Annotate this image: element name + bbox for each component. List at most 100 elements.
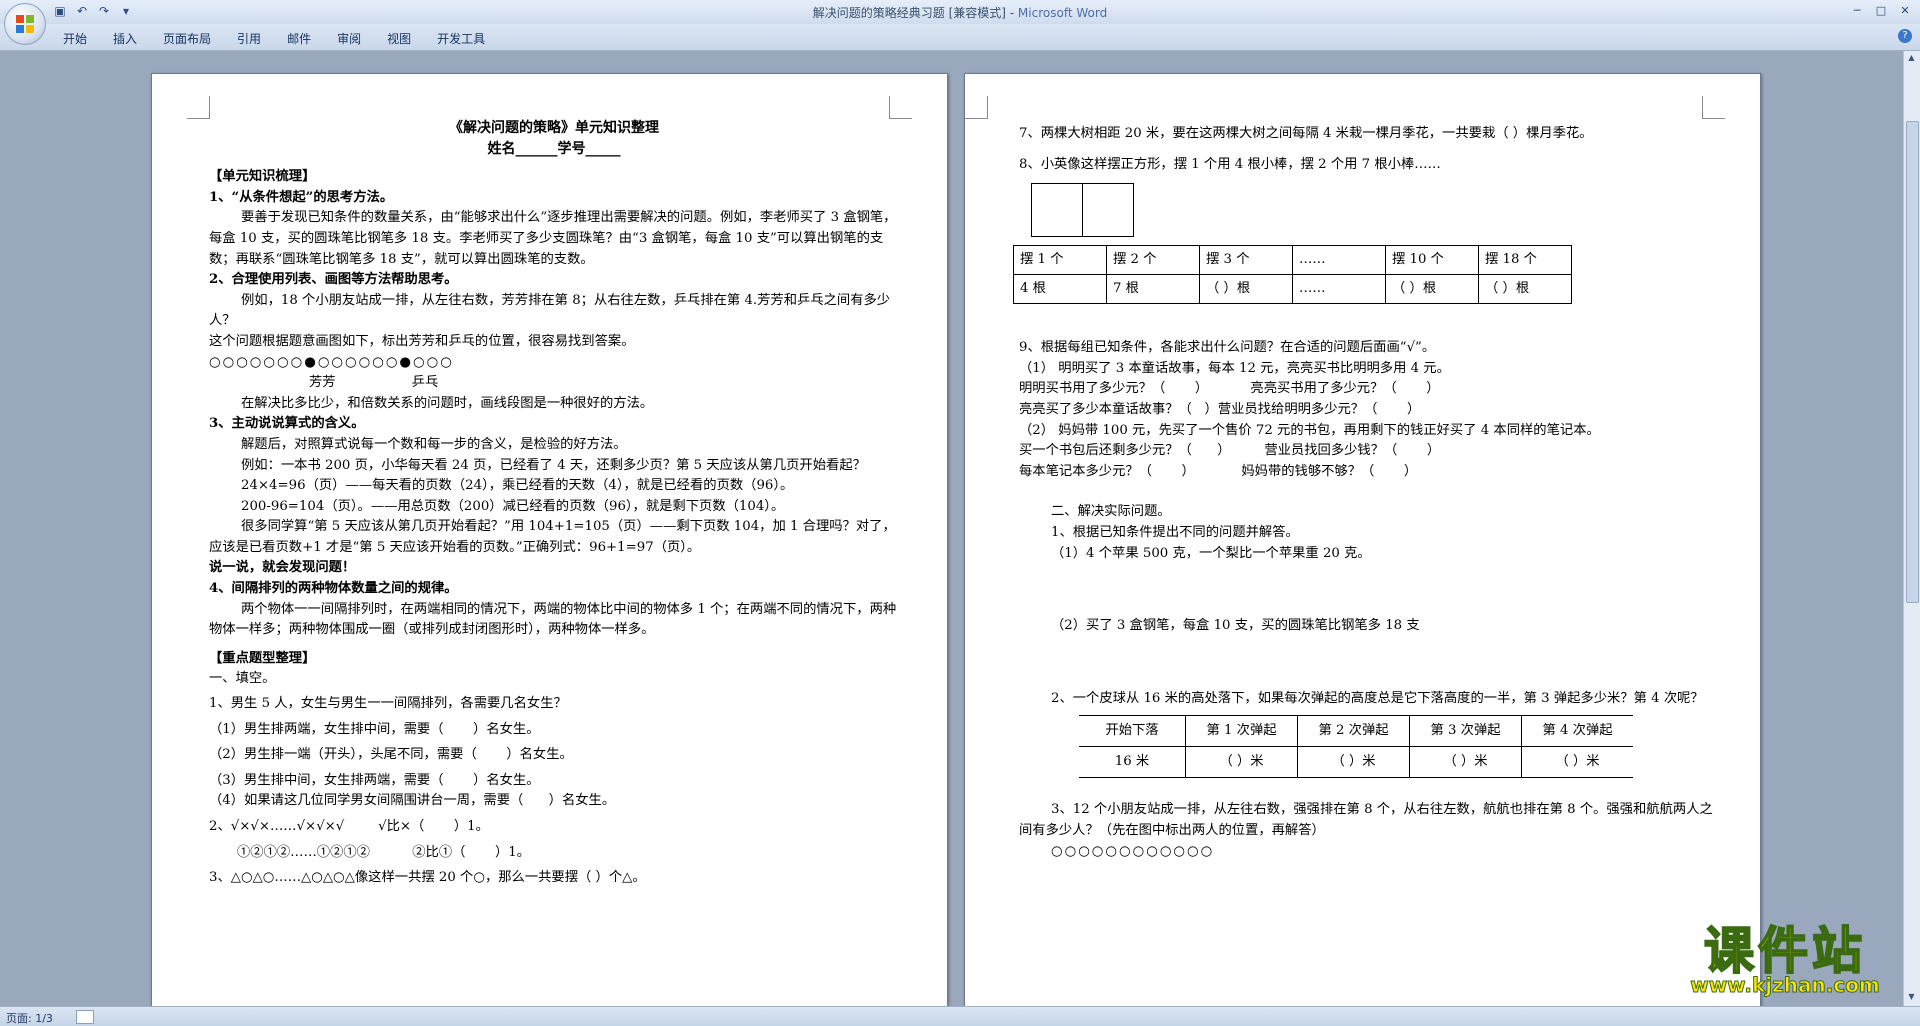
question-item: 亮亮买了多少本童话故事？（ ）营业员找给明明多少元？（ ） [1019, 401, 1421, 417]
crop-mark [1702, 96, 1725, 119]
paragraph: 24×4=96（页）——每天看的页数（24），乘已经看的天数（4），就是已经看的… [241, 478, 794, 494]
paragraph: 这个问题根据题意画图如下，标出芳芳和乒乓的位置，很容易找到答案。 [209, 333, 635, 349]
table-cell: 第 1 次弹起 [1185, 715, 1298, 748]
paragraph: 例如：一本书 200 页，小华每天看 24 页，已经看了 4 天，还剩多少页？第… [241, 457, 866, 473]
table-cell: …… [1292, 274, 1386, 305]
crop-mark [965, 96, 988, 119]
table-row: 开始下落 第 1 次弹起 第 2 次弹起 第 3 次弹起 第 4 次弹起 [1079, 715, 1633, 748]
table-cell: 第 2 次弹起 [1297, 715, 1410, 748]
tab-view[interactable]: 视图 [374, 28, 424, 49]
minimize-icon[interactable]: ─ [1846, 2, 1868, 20]
question: 1、男生 5 人，女生与男生一一间隔排列，各需要几名女生？ [209, 696, 567, 712]
table-cell: （ ）米 [1185, 746, 1298, 779]
table-cell: 摆 3 个 [1199, 245, 1293, 276]
page-1-content[interactable]: 《解决问题的策略》单元知识整理 姓名______学号_____ 【单元知识梳理】… [209, 118, 899, 889]
tab-developer[interactable]: 开发工具 [424, 28, 498, 49]
square-figure [1031, 183, 1719, 238]
question-item: （2） 妈妈带 100 元，先买了一个售价 72 元的书包，再用剩下的钱正好买了… [1019, 422, 1600, 438]
paragraph: 在解决比多比少，和倍数关系的问题时，画线段图是一种很好的方法。 [241, 395, 654, 411]
table-row: 摆 1 个 摆 2 个 摆 3 个 …… 摆 10 个 摆 18 个 [1013, 245, 1572, 276]
question-item: （1）4 个苹果 500 克，一个梨比一个苹果重 20 克。 [1051, 545, 1371, 561]
watermark-text: 课件站 [1703, 922, 1866, 980]
question: 3、12 个小朋友站成一排，从左往右数，强强排在第 8 个，从右往左数，航航也排… [1019, 802, 1713, 838]
table-cell: 摆 2 个 [1106, 245, 1200, 276]
circle-row: ○○○○○○○●○○○○○○●○○○ [209, 354, 454, 370]
name-labels: 芳芳 乒乓 [309, 375, 439, 391]
scroll-up-icon[interactable]: ▲ [1906, 53, 1917, 65]
tab-mailings[interactable]: 邮件 [274, 28, 324, 49]
window-title: 解决问题的策略经典习题 [兼容模式] - Microsoft Word [812, 6, 1108, 20]
table-cell: 摆 10 个 [1385, 245, 1479, 276]
crop-mark [889, 96, 912, 119]
scrollbar-thumb[interactable] [1906, 121, 1919, 603]
tab-insert[interactable]: 插入 [100, 28, 150, 49]
circle-row: ○○○○○○○○○○○○ [1051, 843, 1215, 859]
page-2-content[interactable]: 7、两棵大树相距 20 米，要在这两棵大树之间每隔 4 米栽一棵月季花，一共要栽… [1013, 124, 1719, 862]
table-cell: 4 根 [1013, 274, 1107, 305]
bounce-table: 开始下落 第 1 次弹起 第 2 次弹起 第 3 次弹起 第 4 次弹起 16 … [1079, 715, 1633, 779]
question-item: 买一个书包后还剩多少元？（ ） 营业员找回多少钱？（ ） [1019, 443, 1441, 459]
table-cell: 第 3 次弹起 [1409, 715, 1522, 748]
tab-references[interactable]: 引用 [224, 28, 274, 49]
paragraph: 很多同学算“第 5 天应该从第几页开始看起？”用 104+1=105（页）——剩… [209, 519, 896, 555]
table-row: 4 根 7 根 （ ）根 …… （ ）根 （ ）根 [1013, 274, 1572, 305]
table-cell: （ ）根 [1385, 274, 1479, 305]
ribbon-tabs: 开始 插入 页面布局 引用 邮件 审阅 视图 开发工具 [50, 28, 498, 49]
question-item: （2）男生排一端（开头），头尾不同，需要（ ）名女生。 [209, 747, 573, 763]
subsection: 二、解决实际问题。 [1051, 504, 1171, 520]
doc-subtitle: 姓名______学号_____ [487, 140, 621, 157]
table-cell: 第 4 次弹起 [1521, 715, 1633, 748]
table-cell: （ ）米 [1409, 746, 1522, 779]
tab-home[interactable]: 开始 [50, 28, 100, 49]
stick-table: 摆 1 个 摆 2 个 摆 3 个 …… 摆 10 个 摆 18 个 4 根 7… [1013, 245, 1572, 305]
scroll-down-icon[interactable]: ▼ [1906, 992, 1917, 1004]
question-item: ①②①②……①②①② ②比①（ ）1。 [237, 844, 531, 860]
question: 9、根据每组已知条件，各能求出什么问题？在合适的问题后面画“√”。 [1019, 340, 1436, 356]
paragraph: 两个物体一一间隔排列时，在两端相同的情况下，两端的物体比中间的物体多 1 个；在… [209, 601, 897, 638]
question: 2、√×√×……√×√×√ √比×（ ）1。 [209, 819, 489, 834]
paragraph: 200-96=104（页）。——用总页数（200）减已经看的页数（96），就是剩… [241, 498, 785, 514]
table-row: 16 米 （ ）米 （ ）米 （ ）米 （ ）米 [1079, 746, 1633, 779]
proofing-icon[interactable] [76, 1010, 94, 1024]
question: 7、两棵大树相距 20 米，要在这两棵大树之间每隔 4 米栽一棵月季花，一共要栽… [1019, 126, 1593, 141]
subsection: 一、填空。 [209, 671, 276, 687]
question-item: （1） 明明买了 3 本童话故事，每本 12 元，亮亮买书比明明多用 4 元。 [1019, 360, 1450, 376]
table-cell: （ ）米 [1521, 746, 1633, 779]
doc-title: 《解决问题的策略》单元知识整理 [449, 120, 659, 136]
tab-page-layout[interactable]: 页面布局 [150, 28, 224, 49]
question-item: 每本笔记本多少元？（ ） 妈妈带的钱够不够？（ ） [1019, 463, 1418, 479]
table-cell: …… [1292, 245, 1386, 276]
watermark-url: www.kjzhan.com [1690, 973, 1881, 998]
question: 2、一个皮球从 16 米的高处落下，如果每次弹起的高度总是它下落高度的一半，第 … [1051, 690, 1704, 706]
tab-review[interactable]: 审阅 [324, 28, 374, 49]
heading: 4、间隔排列的两种物体数量之间的规律。 [209, 581, 458, 597]
table-cell: 16 米 [1079, 746, 1186, 779]
page-1: 《解决问题的策略》单元知识整理 姓名______学号_____ 【单元知识梳理】… [151, 73, 948, 1015]
heading: 1、“从条件想起”的思考方法。 [209, 189, 394, 205]
office-button[interactable] [4, 3, 46, 45]
section-heading: 【单元知识梳理】 [209, 169, 316, 185]
table-cell: 开始下落 [1079, 715, 1186, 748]
status-bar: 页面: 1/3 [0, 1006, 1920, 1026]
table-cell: 摆 18 个 [1478, 245, 1572, 276]
maximize-icon[interactable]: □ [1870, 2, 1892, 20]
table-cell: 摆 1 个 [1013, 245, 1107, 276]
close-icon[interactable]: ✕ [1894, 2, 1916, 20]
heading: 3、主动说说算式的含义。 [209, 416, 365, 432]
page-indicator[interactable]: 页面: 1/3 [6, 1010, 53, 1026]
heading: 2、合理使用列表、画图等方法帮助思考。 [209, 272, 458, 288]
table-cell: （ ）根 [1478, 274, 1572, 305]
watermark-logo: 课件站 www.kjzhan.com [1665, 922, 1905, 1000]
help-icon[interactable]: ? [1898, 29, 1912, 43]
question-item: （4）如果请这几位同学男女间隔围讲台一周，需要（ ）名女生。 [209, 793, 616, 809]
question: 1、根据已知条件提出不同的问题并解答。 [1051, 524, 1299, 540]
window-controls: ─ □ ✕ [1846, 2, 1916, 20]
paragraph: 例如，18 个小朋友站成一排，从左往右数，芳芳排在第 8；从右往左数，乒乓排在第… [209, 292, 891, 329]
paragraph: 要善于发现已知条件的数量关系，由“能够求出什么”逐步推理出需要解决的问题。例如，… [209, 210, 897, 267]
table-cell: （ ）根 [1199, 274, 1293, 305]
ribbon: 开始 插入 页面布局 引用 邮件 审阅 视图 开发工具 ? [0, 24, 1920, 51]
question-item: （1）男生排两端，女生排中间，需要（ ）名女生。 [209, 721, 540, 737]
question: 3、△○△○……△○△○△像这样一共摆 20 个○，那么一共要摆（ ）个△。 [209, 870, 646, 886]
vertical-scrollbar[interactable]: ▲ ▼ [1903, 51, 1920, 1006]
section-heading: 【重点题型整理】 [209, 650, 316, 666]
